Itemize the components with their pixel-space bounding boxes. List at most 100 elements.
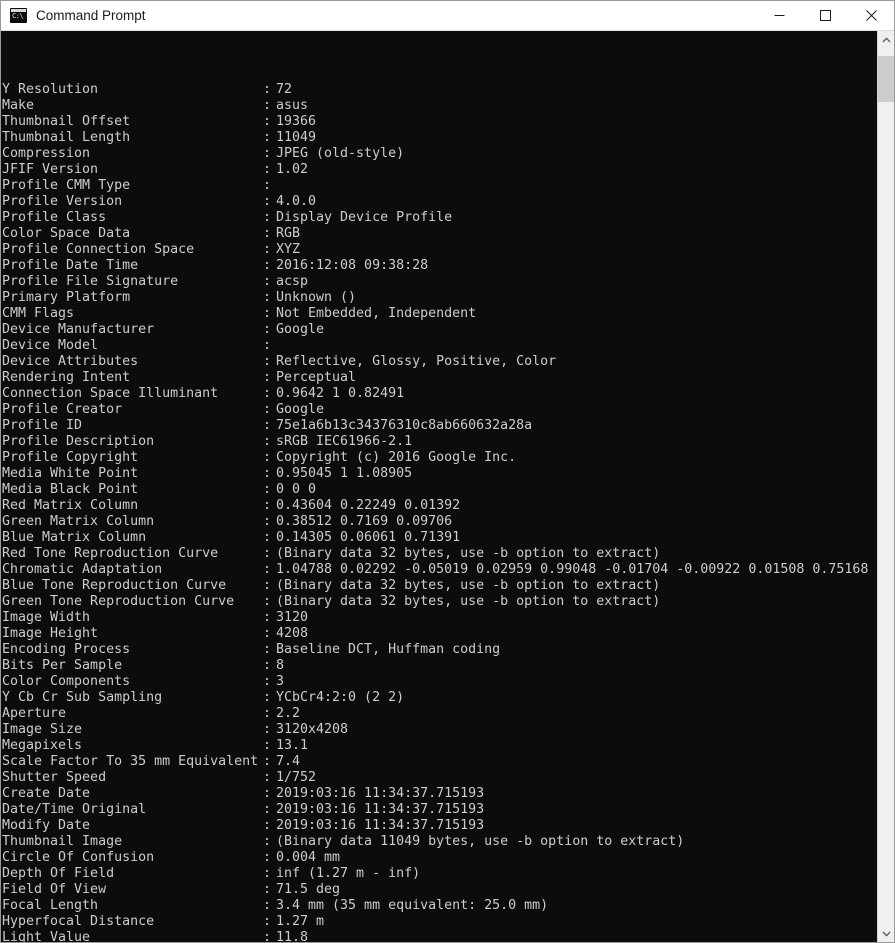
metadata-tag: Y Resolution — [2, 82, 99, 97]
scrollbar-track[interactable] — [878, 48, 894, 925]
metadata-tag: Blue Matrix Column — [2, 530, 147, 545]
maximize-icon — [819, 10, 831, 21]
close-button[interactable] — [848, 1, 894, 30]
metadata-separator: : — [263, 786, 280, 801]
metadata-tag: Profile Connection Space — [2, 242, 195, 257]
metadata-line: Media Black Point: 0 0 0 — [2, 482, 877, 498]
metadata-separator: : — [263, 498, 280, 513]
metadata-separator: : — [263, 930, 280, 942]
maximize-button[interactable] — [802, 1, 848, 30]
metadata-tag: Thumbnail Image — [2, 834, 123, 849]
metadata-tag: Device Manufacturer — [2, 322, 155, 337]
chevron-up-icon — [882, 36, 890, 42]
metadata-separator: : — [263, 562, 280, 577]
metadata-value: 3 — [276, 674, 285, 689]
metadata-tag: Aperture — [2, 706, 67, 721]
metadata-line: Profile Connection Space: XYZ — [2, 242, 877, 258]
minimize-button[interactable] — [756, 1, 802, 30]
scrollbar-up-arrow[interactable] — [878, 31, 894, 48]
vertical-scrollbar[interactable] — [877, 31, 894, 942]
metadata-tag: Circle Of Confusion — [2, 850, 155, 865]
metadata-tag: Encoding Process — [2, 642, 131, 657]
metadata-tag: Y Cb Cr Sub Sampling — [2, 690, 163, 705]
title-bar[interactable]: C:\ Command Prompt — [1, 1, 894, 31]
metadata-tag: CMM Flags — [2, 306, 75, 321]
metadata-separator: : — [263, 866, 280, 881]
metadata-tag: Profile ID — [2, 418, 83, 433]
metadata-line: Light Value: 11.8 — [2, 930, 877, 942]
metadata-value: 0.95045 1 1.08905 — [276, 466, 413, 481]
metadata-separator: : — [263, 210, 280, 225]
metadata-separator: : — [263, 434, 280, 449]
metadata-separator: : — [263, 354, 280, 369]
metadata-value: JPEG (old-style) — [276, 146, 405, 161]
metadata-separator: : — [263, 226, 280, 241]
metadata-tag: Green Matrix Column — [2, 514, 155, 529]
metadata-line: Green Tone Reproduction Curve: (Binary d… — [2, 594, 877, 610]
metadata-line: Megapixels: 13.1 — [2, 738, 877, 754]
metadata-separator: : — [263, 402, 280, 417]
metadata-tag: Blue Tone Reproduction Curve — [2, 578, 227, 593]
metadata-tag: Image Height — [2, 626, 99, 641]
metadata-tag: Connection Space Illuminant — [2, 386, 219, 401]
metadata-value: (Binary data 32 bytes, use -b option to … — [276, 546, 661, 561]
metadata-separator: : — [263, 274, 280, 289]
metadata-tag: Profile Copyright — [2, 450, 139, 465]
metadata-value: acsp — [276, 274, 309, 289]
scrollbar-down-arrow[interactable] — [878, 925, 894, 942]
metadata-separator: : — [263, 674, 280, 689]
metadata-tag: Media White Point — [2, 466, 139, 481]
metadata-line: Image Height: 4208 — [2, 626, 877, 642]
metadata-tag: Bits Per Sample — [2, 658, 123, 673]
metadata-separator: : — [263, 98, 280, 113]
scrollbar-thumb[interactable] — [878, 56, 894, 102]
metadata-line: Make: asus — [2, 98, 877, 114]
metadata-tag: Thumbnail Offset — [2, 114, 131, 129]
metadata-value: (Binary data 11049 bytes, use -b option … — [276, 834, 685, 849]
metadata-separator: : — [263, 338, 280, 353]
metadata-separator: : — [263, 146, 280, 161]
console-output[interactable]: Y Resolution: 72 Make: asus Thumbnail Offs… — [1, 31, 877, 942]
metadata-value: YCbCr4:2:0 (2 2) — [276, 690, 405, 705]
metadata-value: 2016:12:08 09:38:28 — [276, 258, 429, 273]
metadata-line: Thumbnail Image: (Binary data 11049 byte… — [2, 834, 877, 850]
metadata-separator: : — [263, 914, 280, 929]
metadata-separator: : — [263, 722, 280, 737]
metadata-value: 0.004 mm — [276, 850, 341, 865]
minimize-icon — [774, 15, 784, 16]
metadata-line: Media White Point: 0.95045 1 1.08905 — [2, 466, 877, 482]
metadata-value: XYZ — [276, 242, 301, 257]
metadata-line: Green Matrix Column: 0.38512 0.7169 0.09… — [2, 514, 877, 530]
metadata-value: 0.9642 1 0.82491 — [276, 386, 405, 401]
metadata-tag: Thumbnail Length — [2, 130, 131, 145]
metadata-line: Red Tone Reproduction Curve: (Binary dat… — [2, 546, 877, 562]
metadata-tag: Date/Time Original — [2, 802, 147, 817]
metadata-line: CMM Flags: Not Embedded, Independent — [2, 306, 877, 322]
metadata-value: RGB — [276, 226, 301, 241]
metadata-value: 13.1 — [276, 738, 309, 753]
metadata-line: Thumbnail Length: 11049 — [2, 130, 877, 146]
metadata-value: 2019:03:16 11:34:37.715193 — [276, 786, 485, 801]
metadata-value: inf (1.27 m - inf) — [276, 866, 421, 881]
metadata-line: Modify Date: 2019:03:16 11:34:37.715193 — [2, 818, 877, 834]
metadata-tag: Color Components — [2, 674, 131, 689]
metadata-tag: Image Width — [2, 610, 91, 625]
metadata-value: 2019:03:16 11:34:37.715193 — [276, 802, 485, 817]
metadata-value: 3120 — [276, 610, 309, 625]
metadata-separator: : — [263, 594, 280, 609]
metadata-tag: Profile Version — [2, 194, 123, 209]
metadata-tag: Megapixels — [2, 738, 83, 753]
metadata-separator: : — [263, 706, 280, 721]
metadata-separator: : — [263, 802, 280, 817]
metadata-value: 3120x4208 — [276, 722, 349, 737]
metadata-line: Image Size: 3120x4208 — [2, 722, 877, 738]
metadata-separator: : — [263, 194, 280, 209]
title-bar-left: C:\ Command Prompt — [1, 1, 146, 30]
metadata-value: 0.14305 0.06061 0.71391 — [276, 530, 461, 545]
metadata-value: 1/752 — [276, 770, 317, 785]
metadata-tag: JFIF Version — [2, 162, 99, 177]
metadata-separator: : — [263, 370, 280, 385]
metadata-value: Not Embedded, Independent — [276, 306, 477, 321]
metadata-line: JFIF Version: 1.02 — [2, 162, 877, 178]
metadata-separator: : — [263, 242, 280, 257]
